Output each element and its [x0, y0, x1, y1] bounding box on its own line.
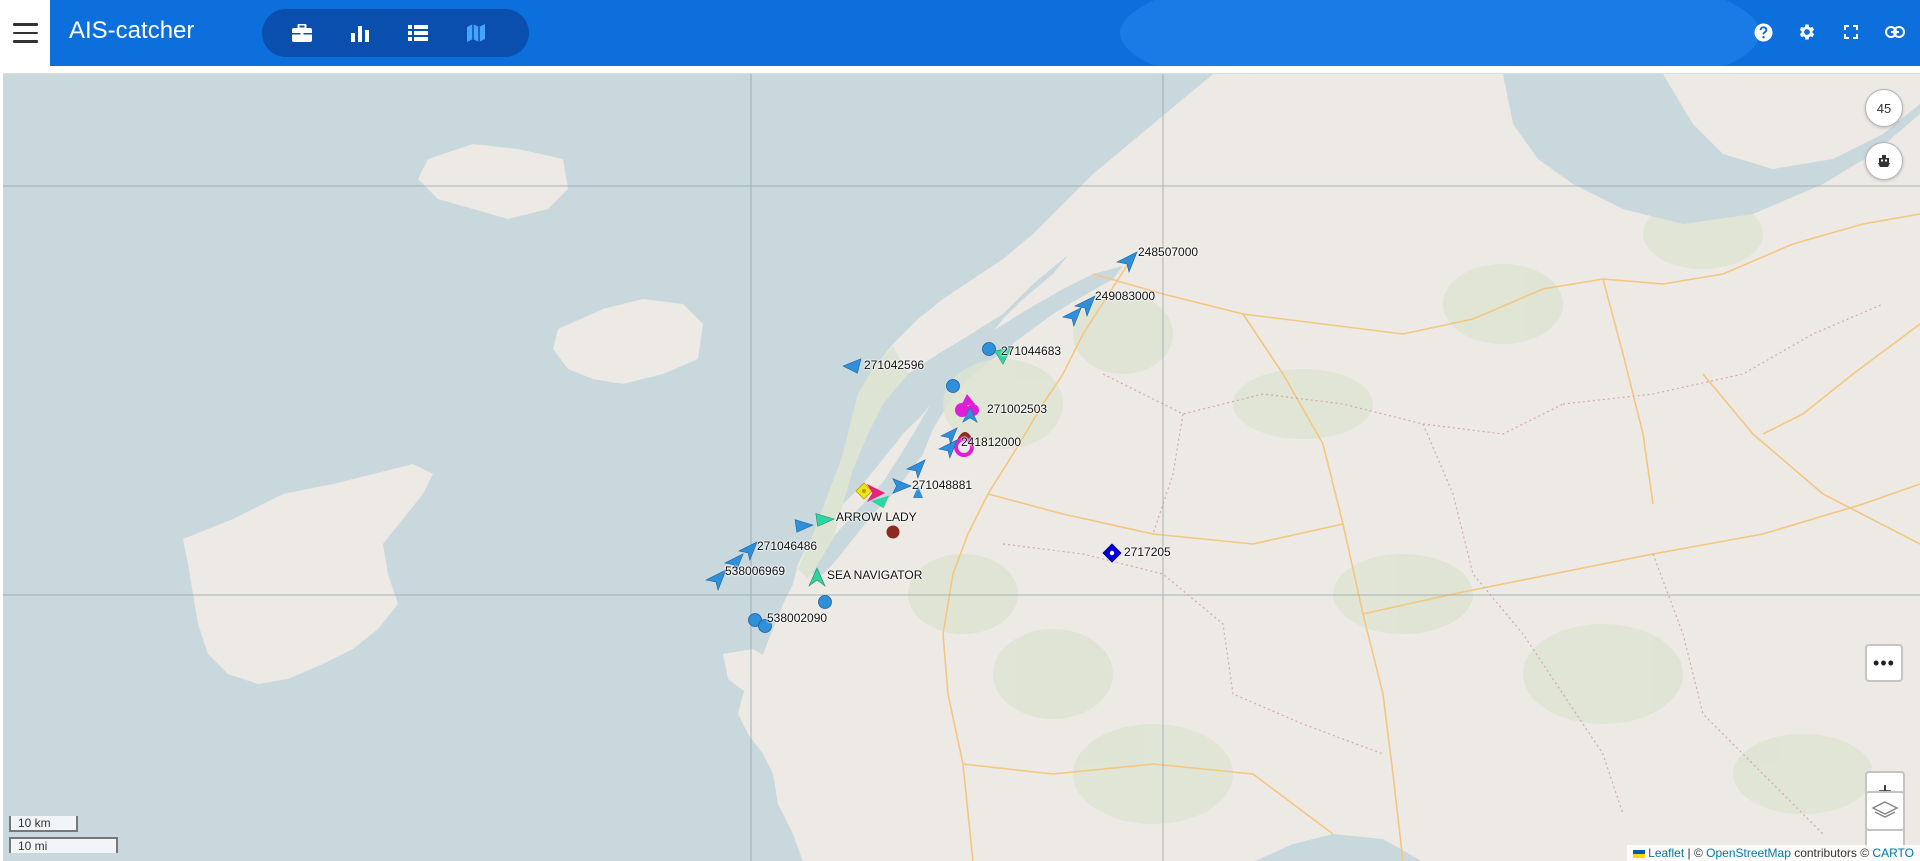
header-decoration — [1120, 0, 1760, 66]
menu-icon-bar — [12, 40, 38, 43]
layers-icon — [1871, 801, 1899, 818]
ship-icon — [1878, 155, 1890, 167]
scale-metric: 10 km — [9, 816, 78, 832]
scale-imperial: 10 mi — [9, 837, 118, 853]
more-options-button[interactable]: ••• — [1865, 644, 1903, 682]
help-icon — [1753, 22, 1773, 42]
map-icon — [467, 24, 485, 42]
attrib-separator: | © — [1684, 846, 1707, 860]
vessel-label[interactable]: 538006969 — [725, 564, 785, 578]
header-actions — [1752, 21, 1906, 43]
map-attribution: Leaflet | © OpenStreetMap contributors ©… — [1626, 845, 1920, 861]
app-header: AIS-catcher — [0, 0, 1920, 66]
vessel-marker[interactable] — [961, 406, 979, 424]
vessel-label[interactable]: 271044683 — [1001, 344, 1061, 358]
hamburger-menu-button[interactable] — [0, 0, 50, 66]
tab-statistics[interactable] — [350, 22, 370, 44]
view-tabs — [262, 9, 529, 57]
link-icon — [1885, 26, 1905, 38]
ship-count-badge[interactable]: 45 — [1865, 89, 1903, 127]
carto-link[interactable]: CARTO — [1872, 846, 1914, 860]
vessel-marker[interactable] — [817, 594, 833, 610]
menu-icon-bar — [12, 31, 38, 35]
vessel-label[interactable]: 271048881 — [912, 478, 972, 492]
island-middle — [553, 299, 703, 384]
bar-chart-icon — [351, 26, 369, 42]
vessel-label[interactable]: 538002090 — [767, 611, 827, 625]
vessel-marker[interactable] — [807, 566, 827, 588]
vessel-marker[interactable] — [1061, 306, 1083, 328]
basemap — [3, 74, 1920, 861]
app-title: AIS-catcher — [69, 17, 195, 44]
vessel-marker[interactable] — [939, 426, 959, 446]
map-view[interactable]: 248507000 249083000 271044683 271042596 … — [3, 73, 1920, 861]
vessel-label[interactable]: SEA NAVIGATOR — [827, 568, 922, 582]
tab-ships[interactable] — [408, 22, 428, 44]
vessel-marker[interactable] — [793, 516, 815, 534]
vessel-marker[interactable] — [885, 524, 901, 540]
briefcase-icon — [292, 24, 312, 42]
island-southwest — [183, 464, 433, 684]
vessel-marker[interactable] — [891, 476, 913, 496]
ship-filter-button[interactable] — [1865, 142, 1903, 180]
vessel-label[interactable]: ARROW LADY — [836, 510, 917, 524]
vessel-marker[interactable] — [841, 357, 863, 375]
vessel-label[interactable]: 271042596 — [864, 358, 924, 372]
settings-button[interactable] — [1796, 21, 1818, 43]
vessel-label[interactable]: 241812000 — [961, 435, 1021, 449]
vessel-marker[interactable] — [1102, 543, 1122, 563]
vessel-label[interactable]: 249083000 — [1095, 289, 1155, 303]
vessel-marker[interactable] — [1115, 250, 1139, 274]
vessel-marker[interactable] — [869, 492, 891, 510]
share-link-button[interactable] — [1884, 21, 1906, 43]
fullscreen-icon — [1844, 25, 1858, 39]
vessel-marker[interactable] — [814, 509, 836, 529]
menu-icon-bar — [12, 23, 38, 26]
vessel-label[interactable]: 2717205 — [1124, 545, 1171, 559]
help-button[interactable] — [1752, 21, 1774, 43]
gear-icon — [1799, 24, 1815, 40]
leaflet-link[interactable]: Leaflet — [1648, 846, 1684, 860]
attrib-text: contributors © — [1790, 846, 1873, 860]
tab-dashboard[interactable] — [292, 22, 312, 44]
vessel-label[interactable]: 271046486 — [757, 539, 817, 553]
ukraine-flag-icon — [1632, 850, 1645, 858]
vessel-label[interactable]: 271002503 — [987, 402, 1047, 416]
layers-button[interactable] — [1865, 791, 1905, 831]
tab-map[interactable] — [466, 22, 486, 44]
vessel-label[interactable]: 248507000 — [1138, 245, 1198, 259]
list-icon — [408, 25, 428, 41]
fullscreen-button[interactable] — [1840, 21, 1862, 43]
island-north — [418, 144, 568, 219]
osm-link[interactable]: OpenStreetMap — [1706, 846, 1791, 860]
